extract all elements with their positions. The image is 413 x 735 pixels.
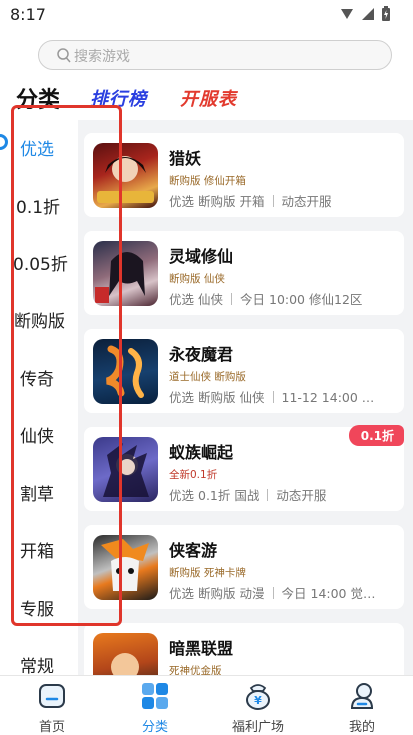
game-name: 侠客游 — [169, 541, 218, 560]
nav-welfare[interactable]: ¥ 福利广场 — [218, 682, 298, 735]
nav-label: 分类 — [141, 720, 168, 735]
sidebar-item-xianxia[interactable]: 仙侠 — [20, 422, 54, 447]
sidebar-item-0.05-discount[interactable]: 0.05折 — [13, 250, 68, 275]
game-card[interactable]: 灵域修仙 断购版 仙侠 优选 仙侠 今日 10:00 修仙12区 — [84, 231, 404, 315]
status-icons — [339, 6, 391, 22]
tab-server-schedule[interactable]: 开服表 — [180, 85, 237, 111]
status-time: 8:17 — [10, 5, 46, 24]
game-art-icon — [103, 443, 149, 497]
home-icon — [39, 684, 65, 708]
game-icon — [93, 143, 158, 208]
game-art-icon — [97, 156, 154, 203]
search-placeholder: 搜索游戏 — [74, 49, 130, 65]
profile-icon — [350, 683, 374, 709]
sidebar-item-changgui[interactable]: 常规 — [20, 652, 54, 677]
game-name: 灵域修仙 — [169, 247, 234, 266]
nav-label: 首页 — [38, 720, 65, 735]
battery-icon — [382, 6, 390, 21]
game-card[interactable]: 蚁族崛起 全新0.1折 优选 0.1折 国战 动态开服 0.1折 — [84, 425, 404, 511]
game-icon — [93, 437, 158, 502]
sidebar-item-zhuanfu[interactable]: 专服 — [20, 595, 54, 620]
game-icon — [93, 339, 158, 404]
tab-category[interactable]: 分类 — [16, 82, 60, 114]
nav-profile[interactable]: 我的 — [322, 682, 402, 735]
sidebar-item-0.1-discount[interactable]: 0.1折 — [16, 193, 60, 218]
game-art-icon — [101, 539, 149, 591]
nav-category[interactable]: 分类 — [115, 682, 195, 735]
search-icon — [57, 48, 71, 63]
game-tags: 断购版 死神卡牌 — [169, 567, 246, 579]
sidebar-item-chuanqi[interactable]: 传奇 — [20, 365, 54, 390]
tab-ranking[interactable]: 排行榜 — [90, 85, 147, 111]
nav-label: 福利广场 — [231, 720, 284, 735]
search-input[interactable]: 搜索游戏 — [38, 40, 392, 70]
cellular-icon — [362, 8, 374, 20]
game-art-icon — [95, 252, 145, 303]
game-art-icon — [105, 345, 144, 398]
game-meta: 优选 断购版 开箱 动态开服 — [169, 194, 332, 209]
game-meta: 优选 断购版 仙侠 11-12 14:00 … — [169, 390, 375, 405]
game-card[interactable]: 永夜魔君 道士仙侠 断购版 优选 断购版 仙侠 11-12 14:00 … — [84, 329, 404, 413]
discount-badge: 0.1折 — [348, 425, 404, 446]
game-tags: 道士仙侠 断购版 — [169, 371, 246, 383]
game-name: 永夜魔君 — [169, 345, 234, 364]
game-card[interactable]: 猎妖 断购版 修仙开箱 优选 断购版 开箱 动态开服 — [84, 133, 404, 217]
game-name: 暗黑联盟 — [169, 639, 234, 658]
bottom-nav: 首页 分类 ¥ 福利广场 我的 — [0, 675, 413, 735]
nav-label: 我的 — [348, 720, 375, 735]
game-tags: 断购版 仙侠 — [169, 273, 225, 285]
yen-bag-icon: ¥ — [246, 684, 270, 710]
game-name: 猎妖 — [169, 149, 202, 168]
signal-icon — [341, 9, 353, 19]
sidebar-item-youxuan[interactable]: 优选 — [20, 135, 54, 160]
game-meta: 优选 0.1折 国战 动态开服 — [169, 488, 327, 503]
nav-home[interactable]: 首页 — [12, 682, 92, 735]
game-meta: 优选 断购版 动漫 今日 14:00 觉… — [169, 586, 376, 601]
sidebar-item-duangou[interactable]: 断购版 — [14, 307, 65, 332]
game-tags: 断购版 修仙开箱 — [169, 175, 246, 187]
sidebar-item-gecao[interactable]: 割草 — [20, 480, 54, 505]
sidebar-item-kaixiang[interactable]: 开箱 — [20, 537, 54, 562]
category-sidebar: 优选 0.1折 0.05折 断购版 传奇 仙侠 割草 开箱 专服 常规 — [0, 120, 78, 677]
game-icon — [93, 535, 158, 600]
game-meta: 优选 仙侠 今日 10:00 修仙12区 — [169, 292, 363, 307]
game-tags: 全新0.1折 — [169, 469, 218, 481]
game-card[interactable]: 侠客游 断购版 死神卡牌 优选 断购版 动漫 今日 14:00 觉… — [84, 525, 404, 609]
header: 搜索游戏 分类 排行榜 开服表 — [0, 30, 413, 120]
game-icon — [93, 241, 158, 306]
grid-icon — [142, 683, 168, 709]
top-tabs: 分类 排行榜 开服表 — [0, 82, 413, 114]
game-name: 蚁族崛起 — [169, 443, 234, 462]
status-bar: 8:17 — [0, 0, 413, 30]
svg-text:¥: ¥ — [254, 694, 262, 707]
